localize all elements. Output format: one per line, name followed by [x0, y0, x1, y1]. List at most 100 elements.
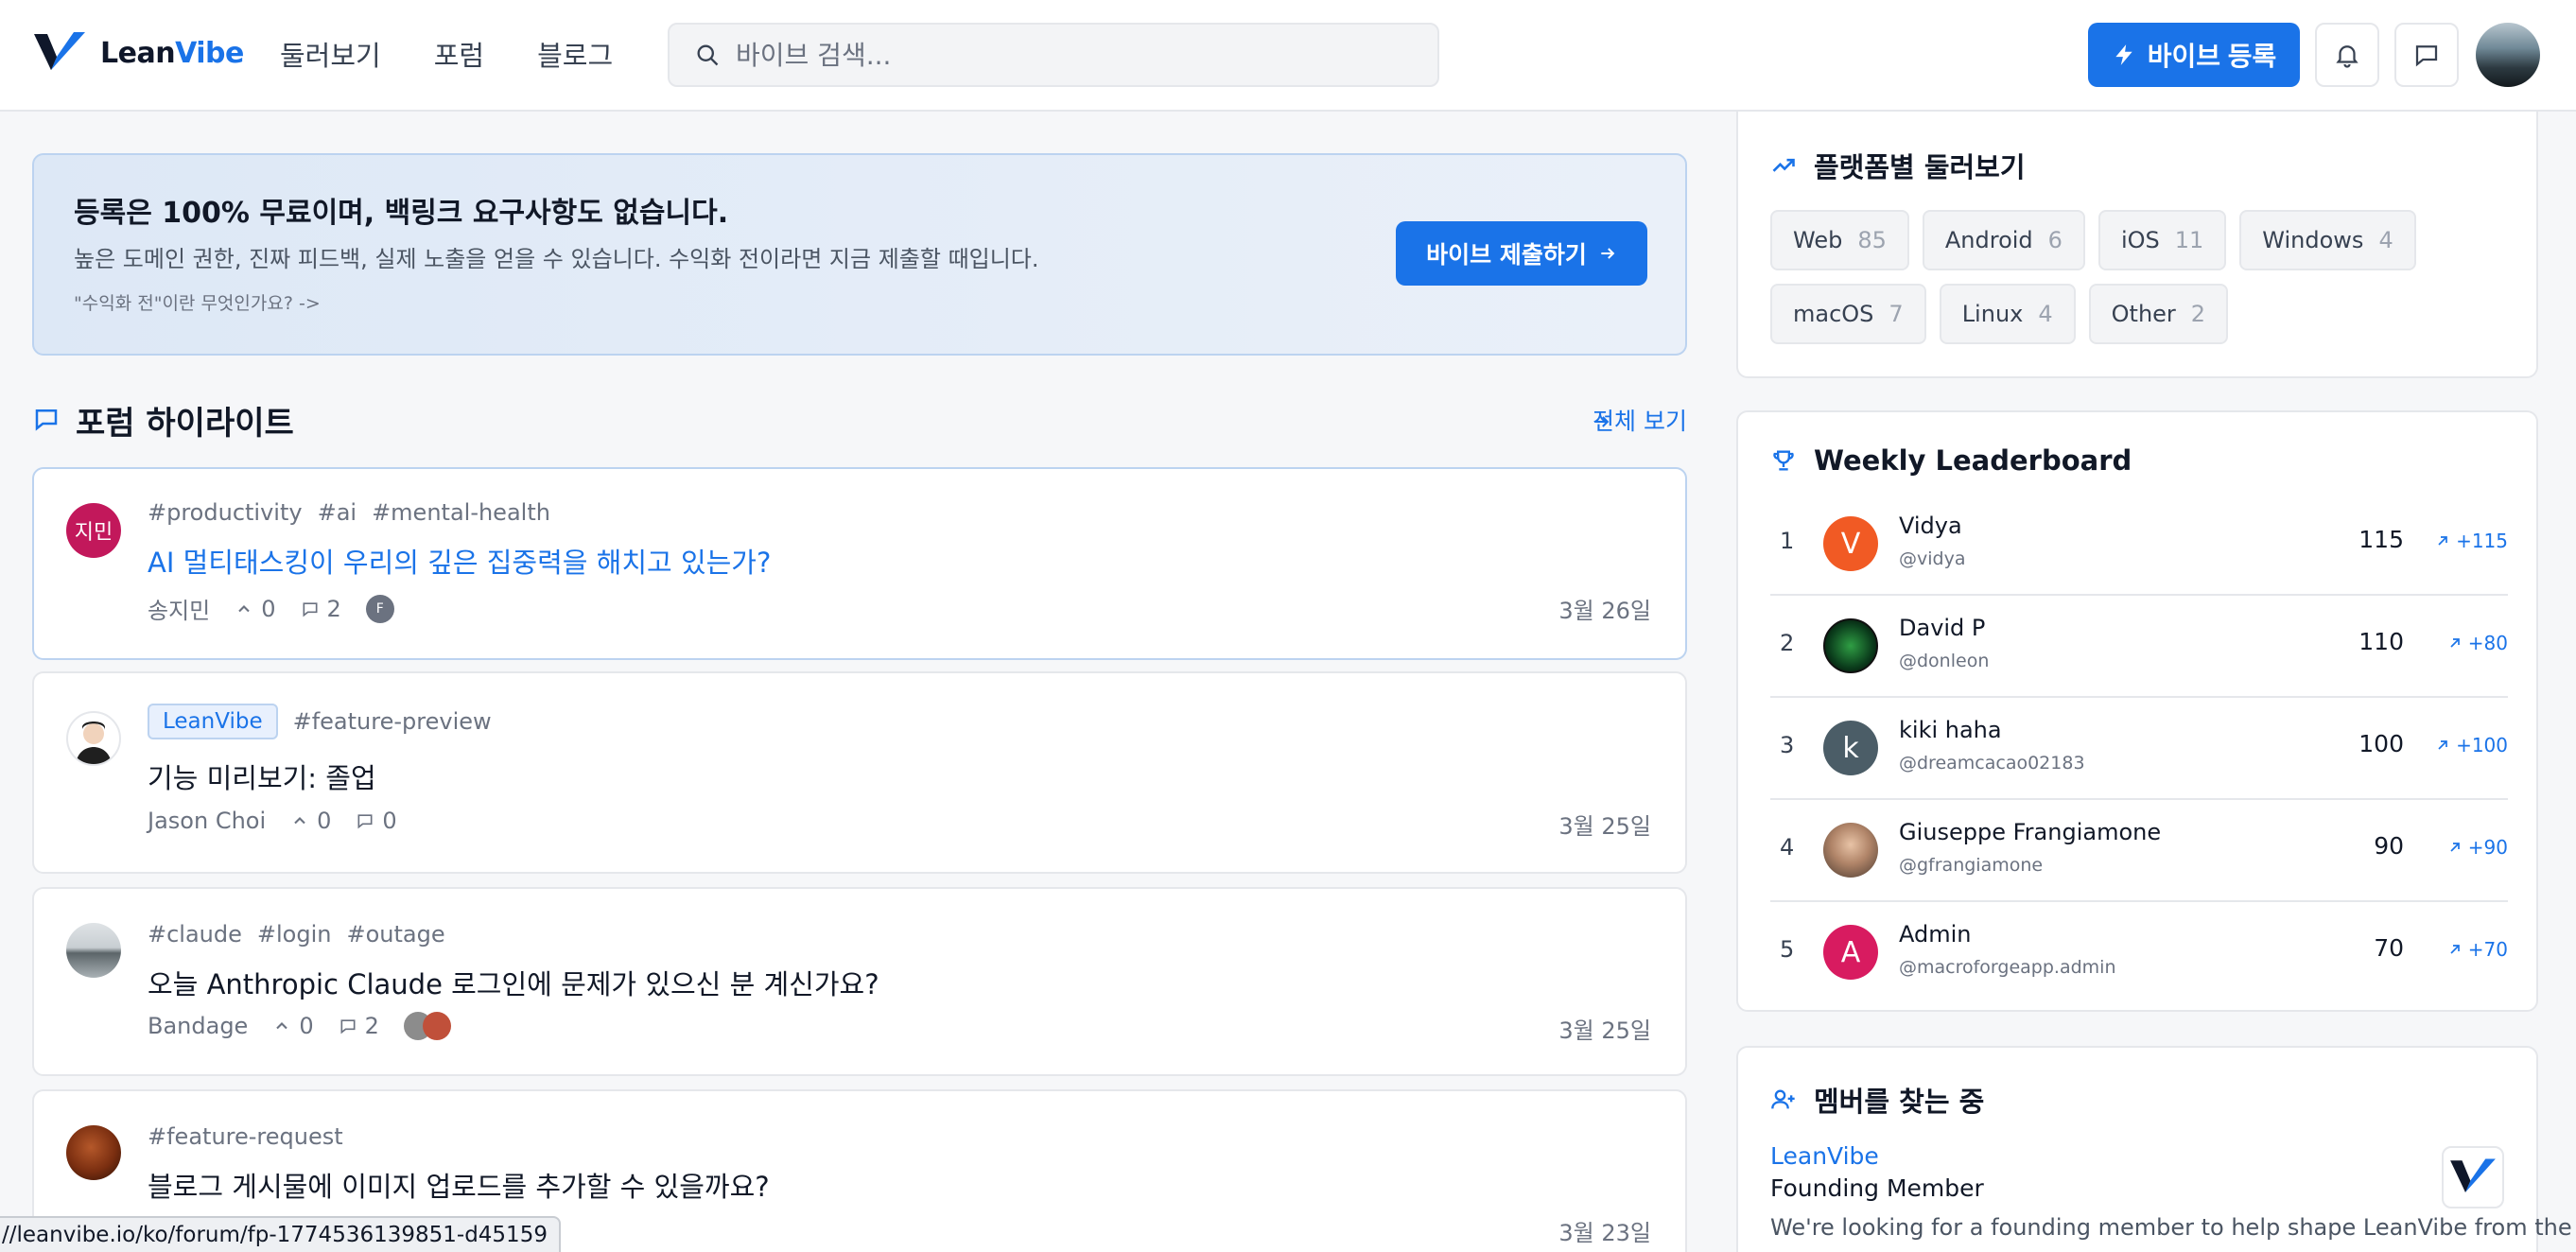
forum-post[interactable]: #claude #login #outage 오늘 Anthropic Clau… [32, 887, 1687, 1076]
upvote-count[interactable]: 0 [235, 595, 276, 622]
platform-chip-ios[interactable]: iOS 11 [2097, 210, 2227, 270]
post-date: 3월 25일 [1558, 813, 1651, 840]
register-vibe-button[interactable]: 바이브 등록 [2088, 23, 2300, 87]
tag[interactable]: #productivity [148, 499, 303, 526]
notifications-button[interactable] [2315, 23, 2379, 87]
person-icon [76, 722, 112, 764]
comment-value: 0 [382, 808, 397, 834]
upvote-value: 0 [299, 1013, 314, 1039]
leaderboard-row[interactable]: 1 V Vidya @vidya 115 +115 [1770, 494, 2508, 596]
lightning-icon [2115, 44, 2132, 65]
upvote-count[interactable]: 0 [272, 1013, 314, 1039]
member-name[interactable]: David P [1899, 615, 1985, 641]
post-author[interactable]: Bandage [148, 1013, 248, 1039]
nav-explore[interactable]: 둘러보기 [280, 34, 381, 74]
forum-post[interactable]: LeanVibe #feature-preview 기능 미리보기: 졸업 Ja… [32, 671, 1687, 874]
post-title[interactable]: 오늘 Anthropic Claude 로그인에 문제가 있으신 분 계신가요? [148, 963, 879, 1002]
leaderboard-card: Weekly Leaderboard 1 V Vidya @vidya 115 … [1736, 410, 2538, 1012]
members-header: 멤버를 찾는 중 [1770, 1080, 1984, 1120]
nav-blog[interactable]: 블로그 [537, 34, 613, 74]
platform-chip-windows[interactable]: Windows 4 [2239, 210, 2416, 270]
score: 110 [2358, 628, 2404, 655]
user-avatar[interactable] [2476, 23, 2540, 87]
rank: 5 [1780, 936, 1795, 963]
post-date: 3월 25일 [1558, 1017, 1651, 1044]
rank: 4 [1780, 834, 1795, 861]
comment-icon [303, 601, 318, 617]
tag[interactable]: #mental-health [372, 499, 550, 526]
post-date: 3월 23일 [1558, 1220, 1651, 1246]
member-company[interactable]: LeanVibe [1770, 1142, 1879, 1170]
platform-chip-android[interactable]: Android 6 [1922, 210, 2085, 270]
arrow-up-right-icon [2438, 740, 2447, 750]
avatar: k [1823, 721, 1878, 775]
arrow-up-right-icon [2438, 536, 2447, 546]
member-name[interactable]: kiki haha [1899, 717, 2002, 743]
delta-value: +80 [2467, 632, 2508, 654]
submit-vibe-button[interactable]: 바이브 제출하기 [1396, 221, 1647, 286]
rank: 1 [1780, 528, 1795, 554]
member-name[interactable]: Vidya [1899, 513, 1962, 539]
rank: 3 [1780, 732, 1795, 758]
avatar: 지민 [66, 503, 121, 558]
chip-label: iOS [2120, 227, 2160, 253]
logo[interactable]: LeanVibe [32, 28, 244, 78]
leaderboard-row[interactable]: 3 k kiki haha @dreamcacao02183 100 +100 [1770, 698, 2508, 800]
chip-count: 4 [2038, 301, 2053, 327]
participant-avatar: F [365, 594, 394, 623]
tag[interactable]: #feature-preview [293, 708, 492, 735]
messages-button[interactable] [2394, 23, 2459, 87]
member-handle: @macroforgeapp.admin [1899, 957, 2116, 978]
post-title[interactable]: 블로그 게시물에 이미지 업로드를 추가할 수 있을까요? [148, 1165, 770, 1205]
post-title[interactable]: 기능 미리보기: 졸업 [148, 756, 376, 796]
brand-badge[interactable]: LeanVibe [148, 704, 278, 739]
register-vibe-label: 바이브 등록 [2147, 42, 2277, 71]
post-author[interactable]: 송지민 [148, 592, 210, 625]
tag[interactable]: #claude [148, 921, 242, 948]
score: 70 [2374, 934, 2404, 962]
leaderboard-row[interactable]: 2 David P @donleon 110 +80 [1770, 596, 2508, 698]
nav-forum[interactable]: 포럼 [434, 34, 484, 74]
tag[interactable]: #ai [318, 499, 357, 526]
participant-avatar [422, 1012, 451, 1040]
tag[interactable]: #outage [346, 921, 444, 948]
company-logo[interactable] [2442, 1146, 2504, 1209]
leaderboard-row[interactable]: 5 A Admin @macroforgeapp.admin 70 +70 [1770, 902, 2508, 1004]
upvote-value: 0 [261, 595, 276, 622]
comment-value: 2 [364, 1013, 379, 1039]
platform-chip-web[interactable]: Web 85 [1770, 210, 1909, 270]
leanvibe-logo-icon [2450, 1158, 2496, 1192]
score: 100 [2358, 730, 2404, 757]
member-handle: @gfrangiamone [1899, 855, 2044, 876]
post-tags: #feature-request [148, 1123, 343, 1150]
platform-chip-macos[interactable]: macOS 7 [1770, 284, 1926, 344]
members-title: 멤버를 찾는 중 [1814, 1086, 1985, 1118]
upvote-value: 0 [317, 808, 332, 834]
post-title[interactable]: AI 멀티태스킹이 우리의 깊은 집중력을 해치고 있는가? [148, 541, 771, 581]
comment-count: 2 [339, 1013, 379, 1039]
platform-chip-other[interactable]: Other 2 [2088, 284, 2229, 344]
platforms-card: 플랫폼별 둘러보기 Web 85 Android 6 iOS 11 Windows 4 … [1736, 112, 2538, 378]
leaderboard-row[interactable]: 4 Giuseppe Frangiamone @gfrangiamone 90 … [1770, 800, 2508, 902]
post-author[interactable]: Jason Choi [148, 808, 266, 834]
search-input[interactable] [736, 39, 1417, 71]
chat-icon [2415, 45, 2438, 67]
rank: 2 [1780, 630, 1795, 656]
platform-chip-linux[interactable]: Linux 4 [1939, 284, 2076, 344]
upvote-count[interactable]: 0 [290, 808, 331, 834]
tag[interactable]: #login [257, 921, 332, 948]
view-all-link[interactable]: 전체 보기 [1593, 403, 1687, 437]
user-plus-icon [1771, 1089, 1795, 1109]
chevron-up-icon [238, 604, 250, 612]
member-role[interactable]: Founding Member [1770, 1174, 1984, 1202]
tag[interactable]: #feature-request [148, 1123, 343, 1150]
member-name[interactable]: Giuseppe Frangiamone [1899, 819, 2161, 845]
chip-label: Other [2111, 301, 2176, 327]
search-box[interactable] [668, 23, 1439, 87]
forum-post[interactable]: 지민 #productivity #ai #mental-health AI 멀… [32, 467, 1687, 660]
chip-label: Windows [2262, 227, 2364, 253]
arrow-up-right-icon [2450, 638, 2460, 648]
banner-info-link[interactable]: "수익화 전"이란 무엇인가요? -> [74, 289, 321, 315]
delta-value: +70 [2467, 938, 2508, 961]
member-name[interactable]: Admin [1899, 921, 1972, 948]
